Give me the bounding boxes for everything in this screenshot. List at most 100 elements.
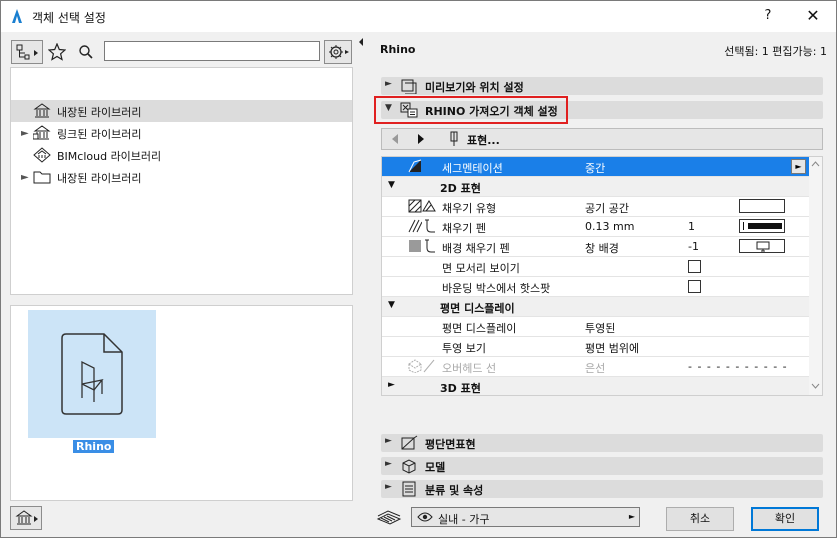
param-group-2d[interactable]: ▼ 2D 표현 [382, 177, 810, 197]
hotspot-box-checkbox[interactable] [688, 280, 701, 293]
panel-model[interactable]: ► 모델 [381, 457, 823, 475]
grid-scrollbar[interactable] [809, 157, 822, 395]
param-row-projection[interactable]: 투영 보기 평면 범위에 [382, 337, 810, 357]
highlight-annotation [374, 96, 568, 124]
pen-tip-icon [425, 239, 435, 253]
object-thumbnail[interactable] [28, 310, 156, 438]
param-value[interactable]: 0.13 mm [585, 220, 634, 233]
panel-floor-plan-section[interactable]: ► 평단면표현 [381, 434, 823, 452]
tree-item-label: 내장된 라이브러리 [57, 172, 142, 185]
param-group-plan-display[interactable]: ▼ 평면 디스플레이 [382, 297, 810, 317]
param-value[interactable]: 투영된 [585, 320, 615, 336]
dashed-line-preview: - - - - - - - - - - - [688, 360, 788, 373]
title-bar: 객체 선택 설정 ? ✕ [1, 1, 836, 32]
pen-number[interactable]: 1 [688, 220, 695, 233]
param-name: 바운딩 박스에서 핫스팟 [442, 282, 551, 295]
hatch-fill-icon [408, 199, 422, 213]
chevron-down-icon: ▼ [388, 300, 395, 310]
param-name: 채우기 유형 [442, 202, 497, 215]
eye-icon [417, 512, 433, 522]
param-name: 채우기 펜 [442, 222, 486, 235]
param-row-fill-type[interactable]: 채우기 유형 공기 공간 [382, 197, 810, 217]
document-list-icon [402, 481, 416, 497]
chevron-right-icon: ► [388, 380, 395, 390]
fill-pen-icon [422, 200, 436, 212]
layer-stack-icon [376, 510, 402, 525]
tree-item-linked-library[interactable]: ► 링크된 라이브러리 [11, 122, 352, 144]
ok-button[interactable]: 확인 [751, 507, 819, 531]
cancel-button[interactable]: 취소 [666, 507, 734, 531]
param-row-hotspot-box[interactable]: 바운딩 박스에서 핫스팟 [382, 277, 810, 297]
tree-item-embedded-library[interactable]: 내장된 라이브러리 [11, 100, 352, 122]
panel-label: 미리보기와 위치 설정 [425, 81, 524, 94]
tree-view-icon [16, 44, 38, 60]
nav-page-label[interactable]: 표현... [467, 132, 500, 148]
monitor-icon [756, 241, 770, 252]
library-manager-button[interactable] [10, 506, 42, 530]
chevron-right-icon: ► [385, 459, 392, 469]
settings-navigator: 표현... [381, 128, 823, 150]
param-value[interactable]: 평면 범위에 [585, 340, 639, 356]
tree-item-bimcloud-library[interactable]: BIMcloud 라이브러리 [11, 144, 352, 166]
param-row-show-edges[interactable]: 면 모서리 보이기 [382, 257, 810, 277]
expand-value-button[interactable]: ► [791, 159, 806, 174]
parameters-grid: 세그멘테이션 중간 ► ▼ 2D 표현 채우기 유형 공기 공간 채우기 펜 0… [381, 156, 823, 396]
close-button[interactable]: ✕ [798, 5, 828, 27]
tree-item-embedded-library-2[interactable]: ► 내장된 라이브러리 [11, 166, 352, 188]
library-tree: 내장된 라이브러리 ► 링크된 라이브러리 BIMcloud 라이브러리 ► 내… [10, 67, 353, 295]
scroll-down-icon[interactable] [811, 383, 820, 389]
layer-combo[interactable]: 실내 - 가구 ► [411, 507, 640, 527]
param-group-3d[interactable]: ► 3D 표현 [382, 377, 810, 395]
param-row-plan-display[interactable]: 평면 디스플레이 투영된 [382, 317, 810, 337]
param-name: 평면 디스플레이 [442, 322, 517, 335]
pen-number[interactable]: -1 [688, 240, 699, 253]
chevron-right-icon: ► [385, 436, 392, 446]
param-row-fill-pen[interactable]: 채우기 펜 0.13 mm 1 [382, 217, 810, 237]
param-row-overhead-line: 오버헤드 선 은선 - - - - - - - - - - - [382, 357, 810, 377]
param-name: 투영 보기 [442, 342, 486, 355]
background-swatch[interactable] [739, 239, 785, 253]
selection-status: 선택됨: 1 편집가능: 1 [724, 45, 827, 58]
pen-tip-icon [425, 219, 435, 233]
triangle-left-icon [392, 134, 398, 144]
expand-chevron-icon[interactable]: ► [21, 172, 29, 183]
hatch-lines-icon [408, 219, 422, 233]
help-button[interactable]: ? [757, 5, 779, 27]
prev-page-button[interactable] [384, 130, 406, 148]
expand-chevron-icon[interactable]: ► [21, 128, 29, 139]
param-row-segmentation[interactable]: 세그멘테이션 중간 ► [382, 157, 810, 177]
collapse-left-icon[interactable] [358, 37, 364, 47]
param-value[interactable]: 중간 [585, 160, 605, 176]
window-title: 객체 선택 설정 [32, 11, 106, 25]
param-value[interactable]: 공기 공간 [585, 200, 629, 216]
pen-swatch[interactable] [739, 219, 785, 233]
search-input[interactable] [104, 41, 320, 61]
archicad-app-icon [12, 9, 22, 23]
object-preview-pane: Rhino [10, 305, 353, 501]
param-row-background-pen[interactable]: 배경 채우기 펜 창 배경 -1 [382, 237, 810, 257]
panel-classification[interactable]: ► 분류 및 속성 [381, 480, 823, 498]
cube-icon [402, 459, 416, 474]
view-mode-button[interactable] [11, 40, 43, 64]
param-name: 세그멘테이션 [442, 162, 503, 175]
next-page-button[interactable] [410, 130, 432, 148]
tree-item-label: 링크된 라이브러리 [57, 128, 142, 141]
param-name: 배경 채우기 펜 [442, 242, 510, 255]
preview-position-icon [401, 79, 417, 94]
scroll-up-icon[interactable] [811, 161, 820, 167]
fill-swatch[interactable] [739, 199, 785, 213]
object-name-label: Rhino [73, 440, 115, 453]
settings-button[interactable] [324, 40, 352, 64]
param-name: 오버헤드 선 [442, 362, 497, 375]
group-label: 3D 표현 [440, 382, 481, 395]
panel-preview-position[interactable]: ► 미리보기와 위치 설정 [381, 77, 823, 95]
param-value[interactable]: 창 배경 [585, 240, 619, 256]
show-edges-checkbox[interactable] [688, 260, 701, 273]
panel-splitter[interactable] [358, 37, 364, 532]
param-value: 은선 [585, 362, 606, 375]
library-building-icon [33, 103, 51, 118]
search-icon[interactable] [78, 44, 94, 60]
favorites-star-icon[interactable] [48, 43, 66, 61]
overhead-line-icon [408, 359, 422, 373]
segmentation-icon [408, 159, 422, 173]
